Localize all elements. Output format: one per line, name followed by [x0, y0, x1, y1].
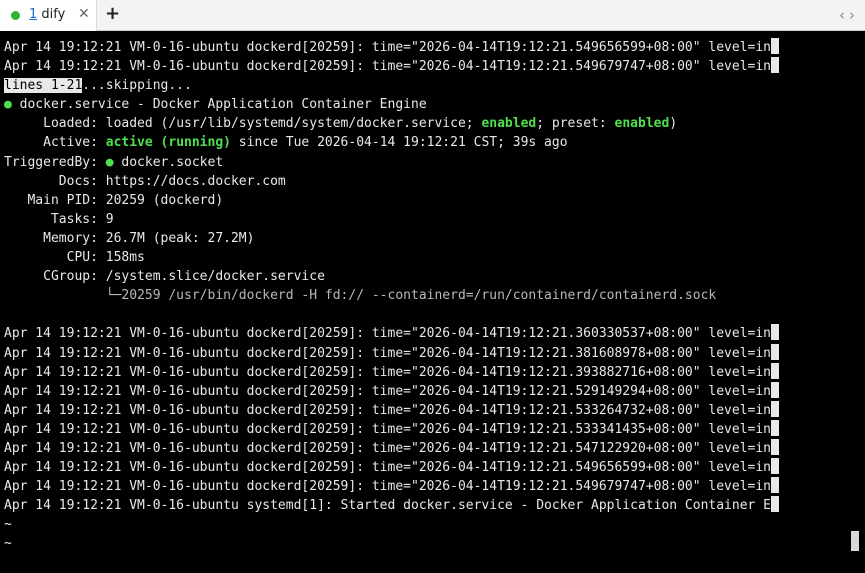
truncation-marker: [771, 477, 780, 494]
truncation-marker: [771, 324, 780, 341]
tab-number: 1: [29, 7, 38, 22]
active-line: Active: active (running) since Tue 2026-…: [4, 135, 568, 151]
truncation-marker: [771, 419, 780, 436]
log-line: Apr 14 19:12:21 VM-0-16-ubuntu dockerd[2…: [0, 324, 848, 343]
preset-status: enabled: [614, 116, 670, 132]
log-line: Apr 14 19:12:21 VM-0-16-ubuntu dockerd[2…: [0, 57, 848, 76]
enabled-status: enabled: [481, 116, 537, 132]
truncation-marker: [771, 381, 780, 398]
cgroup-line: CGroup: /system.slice/docker.service: [4, 269, 325, 285]
tab-bar: 1 dify ✕ + ‹›: [0, 0, 865, 31]
log-line: Apr 14 19:12:21 VM-0-16-ubuntu dockerd[2…: [0, 381, 848, 401]
log-line: Apr 14 19:12:21 VM-0-16-ubuntu systemd[1…: [0, 496, 848, 515]
truncation-marker: [771, 57, 780, 74]
log-line: Apr 14 19:12:21 VM-0-16-ubuntu dockerd[2…: [0, 438, 848, 458]
truncation-marker: [771, 438, 780, 455]
active-status: active (running): [105, 135, 231, 151]
tab-navigation: ‹›: [839, 6, 859, 24]
empty-line-marker: ~: [4, 536, 12, 552]
log-line: Apr 14 19:12:21 VM-0-16-ubuntu dockerd[2…: [0, 362, 848, 382]
connection-status-dot-icon: [11, 11, 20, 20]
chevron-left-icon[interactable]: ‹: [839, 6, 849, 24]
new-tab-button[interactable]: +: [105, 3, 120, 24]
scrollbar-thumb[interactable]: [851, 531, 859, 551]
tasks-line: Tasks: 9: [4, 211, 114, 227]
loaded-line: Loaded: loaded (/usr/lib/systemd/system/…: [4, 116, 678, 132]
log-line: Apr 14 19:12:21 VM-0-16-ubuntu dockerd[2…: [0, 400, 848, 420]
memory-line: Memory: 26.7M (peak: 27.2M): [4, 230, 255, 246]
log-line: Apr 14 19:12:21 VM-0-16-ubuntu dockerd[2…: [0, 343, 848, 363]
truncation-marker: [771, 400, 780, 417]
truncation-marker: [771, 343, 780, 360]
tab-title: dify: [41, 7, 66, 22]
truncation-marker: [771, 362, 780, 379]
status-dot-icon: ●: [4, 97, 12, 113]
main-pid-line: Main PID: 20259 (dockerd): [4, 192, 224, 208]
truncation-marker: [771, 458, 780, 475]
empty-line-marker: ~: [4, 517, 12, 533]
log-line: Apr 14 19:12:21 VM-0-16-ubuntu dockerd[2…: [0, 419, 848, 439]
docs-line: Docs: https://docs.docker.com: [4, 173, 286, 189]
pager-highlight: lines 1-21: [4, 78, 83, 94]
log-line: Apr 14 19:12:21 VM-0-16-ubuntu dockerd[2…: [0, 38, 848, 57]
tab-label: 1 dify: [29, 7, 65, 22]
tab-dify[interactable]: 1 dify ✕: [0, 0, 97, 31]
log-line: Apr 14 19:12:21 VM-0-16-ubuntu dockerd[2…: [0, 458, 848, 477]
triggered-by-line: TriggeredBy: ● docker.socket: [4, 154, 224, 170]
cpu-line: CPU: 158ms: [4, 250, 145, 266]
truncation-marker: [771, 496, 780, 513]
terminal-output[interactable]: Apr 14 19:12:21 VM-0-16-ubuntu dockerd[2…: [0, 31, 848, 573]
vertical-scrollbar[interactable]: [848, 31, 865, 573]
log-line: Apr 14 19:12:21 VM-0-16-ubuntu dockerd[2…: [0, 477, 848, 496]
truncation-marker: [771, 38, 780, 54]
close-tab-icon[interactable]: ✕: [78, 6, 90, 22]
socket-status-dot-icon: ●: [105, 154, 114, 170]
pager-status-line: lines 1-21...skipping...: [4, 78, 192, 94]
service-header-line: ● docker.service - Docker Application Co…: [4, 97, 427, 113]
cgroup-child-line: └─20259 /usr/bin/dockerd -H fd:// --cont…: [4, 288, 717, 304]
chevron-right-icon[interactable]: ›: [849, 6, 859, 24]
